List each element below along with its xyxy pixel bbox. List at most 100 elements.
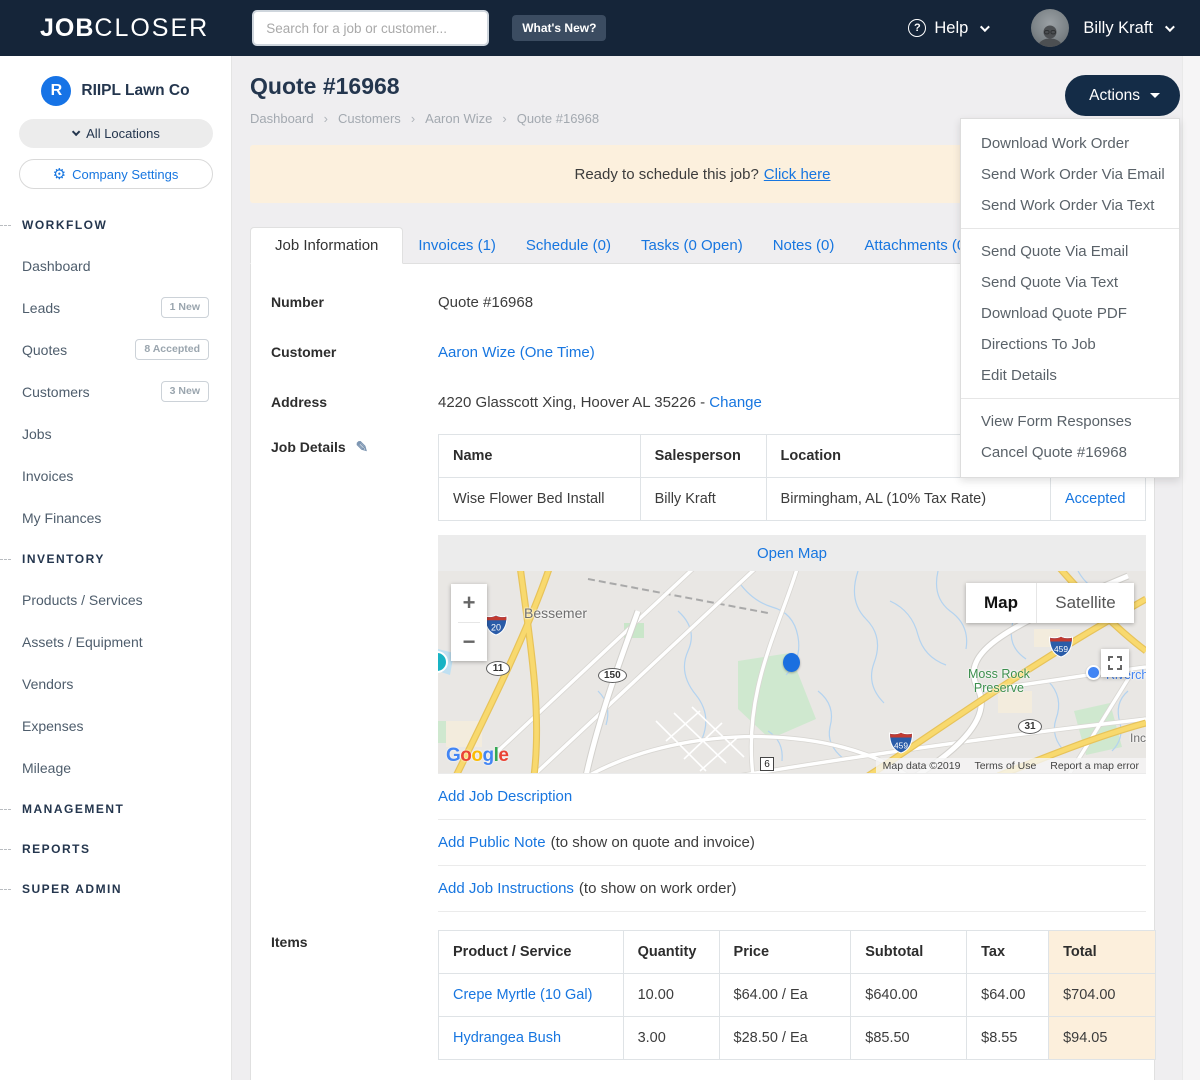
actions-button[interactable]: Actions bbox=[1065, 75, 1180, 116]
top-navbar: JOBCLOSER What's New? ? Help Billy Kraft bbox=[0, 0, 1200, 56]
company-header[interactable]: R RIIPL Lawn Co bbox=[0, 76, 231, 106]
leads-badge: 1 New bbox=[160, 297, 209, 318]
menu-item-send-quote-email[interactable]: Send Quote Via Email bbox=[961, 236, 1179, 267]
zoom-out-button[interactable]: − bbox=[451, 623, 487, 661]
menu-item-cancel-quote[interactable]: Cancel Quote #16968 bbox=[961, 437, 1179, 468]
col-quantity: Quantity bbox=[622, 930, 720, 974]
item-product-link[interactable]: Crepe Myrtle (10 Gal) bbox=[453, 987, 592, 1003]
sidebar-item-quotes[interactable]: 8 Accepted Quotes bbox=[0, 329, 231, 371]
sidebar-item-expenses[interactable]: Expenses bbox=[0, 705, 231, 747]
report-map-error-link[interactable]: Report a map error bbox=[1043, 760, 1146, 772]
col-name: Name bbox=[438, 434, 641, 478]
sidebar-item-label: Products / Services bbox=[22, 592, 143, 608]
sidebar-item-vendors[interactable]: Vendors bbox=[0, 663, 231, 705]
company-settings-button[interactable]: ⚙ Company Settings bbox=[18, 159, 213, 189]
item-total: $704.00 bbox=[1048, 973, 1156, 1017]
map-canvas[interactable]: Bessemer Moss Rock Preserve Riverchase G… bbox=[438, 571, 1146, 773]
sidebar-item-dashboard[interactable]: Dashboard bbox=[0, 245, 231, 287]
job-location-marker-icon[interactable] bbox=[783, 653, 800, 672]
actions-dropdown-menu: Download Work Order Send Work Order Via … bbox=[960, 118, 1180, 478]
col-product-service: Product / Service bbox=[438, 930, 624, 974]
schedule-click-here-link[interactable]: Click here bbox=[764, 166, 831, 183]
terms-of-use-link[interactable]: Terms of Use bbox=[967, 760, 1043, 772]
tab-job-information[interactable]: Job Information bbox=[250, 227, 404, 264]
all-locations-label: All Locations bbox=[86, 126, 160, 141]
app-logo-light: CLOSER bbox=[94, 13, 210, 42]
breadcrumb-dashboard[interactable]: Dashboard bbox=[250, 111, 314, 126]
item-total: $94.05 bbox=[1048, 1016, 1156, 1060]
menu-item-download-work-order[interactable]: Download Work Order bbox=[961, 128, 1179, 159]
search-input[interactable] bbox=[252, 10, 490, 46]
scrollbar[interactable] bbox=[1182, 56, 1200, 1080]
user-avatar[interactable] bbox=[1031, 9, 1070, 47]
menu-item-send-work-order-email[interactable]: Send Work Order Via Email bbox=[961, 159, 1179, 190]
sidebar-item-assets-equipment[interactable]: Assets / Equipment bbox=[0, 621, 231, 663]
change-address-link[interactable]: Change bbox=[709, 394, 762, 411]
job-status-link[interactable]: Accepted bbox=[1065, 491, 1125, 507]
sidebar-item-mileage[interactable]: Mileage bbox=[0, 747, 231, 789]
sidebar: R RIIPL Lawn Co All Locations ⚙ Company … bbox=[0, 56, 232, 1080]
menu-item-download-quote-pdf[interactable]: Download Quote PDF bbox=[961, 298, 1179, 329]
sidebar-item-label: Expenses bbox=[22, 718, 84, 734]
sidebar-item-label: My Finances bbox=[22, 510, 102, 526]
tab-invoices[interactable]: Invoices (1) bbox=[403, 228, 511, 263]
add-public-note-link[interactable]: Add Public Note bbox=[438, 834, 546, 851]
all-locations-selector[interactable]: All Locations bbox=[18, 119, 213, 148]
help-menu[interactable]: ? Help bbox=[908, 19, 991, 38]
tab-notes[interactable]: Notes (0) bbox=[758, 228, 850, 263]
mall-poi-icon[interactable] bbox=[1086, 665, 1101, 680]
map-type-map-button[interactable]: Map bbox=[966, 583, 1036, 623]
open-map-link[interactable]: Open Map bbox=[757, 545, 827, 562]
help-icon: ? bbox=[908, 19, 927, 37]
job-salesperson-cell: Billy Kraft bbox=[639, 477, 767, 521]
sidebar-section-management[interactable]: MANAGEMENT bbox=[0, 789, 231, 829]
app-logo[interactable]: JOBCLOSER bbox=[40, 14, 209, 43]
sidebar-item-label: Customers bbox=[22, 384, 90, 400]
add-job-description-link[interactable]: Add Job Description bbox=[438, 788, 572, 805]
user-menu[interactable]: Billy Kraft bbox=[1083, 19, 1175, 38]
interstate-20-shield-icon: 20 bbox=[484, 614, 508, 636]
whats-new-button[interactable]: What's New? bbox=[512, 15, 607, 41]
sidebar-item-leads[interactable]: 1 New Leads bbox=[0, 287, 231, 329]
company-name: RIIPL Lawn Co bbox=[81, 82, 190, 99]
menu-item-directions-to-job[interactable]: Directions To Job bbox=[961, 329, 1179, 360]
map-type-satellite-button[interactable]: Satellite bbox=[1036, 583, 1134, 623]
zoom-in-button[interactable]: + bbox=[451, 584, 487, 622]
sidebar-item-products-services[interactable]: Products / Services bbox=[0, 579, 231, 621]
tab-tasks[interactable]: Tasks (0 Open) bbox=[626, 228, 758, 263]
sidebar-nav: WORKFLOW Dashboard 1 New Leads 8 Accepted… bbox=[0, 205, 231, 909]
menu-item-edit-details[interactable]: Edit Details bbox=[961, 360, 1179, 391]
menu-divider bbox=[961, 228, 1179, 229]
avatar-silhouette-icon bbox=[1037, 25, 1063, 47]
breadcrumb-customers[interactable]: Customers bbox=[314, 111, 401, 126]
sidebar-section-super-admin[interactable]: SUPER ADMIN bbox=[0, 869, 231, 909]
sidebar-item-label: Mileage bbox=[22, 760, 72, 776]
add-links-list: Add Job Description Add Public Note (to … bbox=[438, 773, 1146, 912]
main-content: Quote #16968 DashboardCustomersAaron Wiz… bbox=[232, 56, 1200, 1080]
item-quantity: 3.00 bbox=[622, 1016, 720, 1060]
fullscreen-button[interactable] bbox=[1101, 649, 1129, 677]
add-job-description-row: Add Job Description bbox=[438, 774, 1146, 820]
customer-link[interactable]: Aaron Wize (One Time) bbox=[438, 344, 595, 361]
item-tax: $8.55 bbox=[966, 1016, 1050, 1060]
sidebar-item-invoices[interactable]: Invoices bbox=[0, 455, 231, 497]
add-public-note-row: Add Public Note (to show on quote and in… bbox=[438, 820, 1146, 866]
item-subtotal: $640.00 bbox=[850, 973, 968, 1017]
tab-schedule[interactable]: Schedule (0) bbox=[511, 228, 626, 263]
menu-item-send-quote-text[interactable]: Send Quote Via Text bbox=[961, 267, 1179, 298]
sidebar-item-customers[interactable]: 3 New Customers bbox=[0, 371, 231, 413]
breadcrumb-customer-name[interactable]: Aaron Wize bbox=[401, 111, 493, 126]
us-31-shield-icon: 31 bbox=[1018, 719, 1042, 734]
google-logo[interactable]: Google bbox=[446, 745, 509, 767]
menu-item-view-form-responses[interactable]: View Form Responses bbox=[961, 406, 1179, 437]
sidebar-item-my-finances[interactable]: My Finances bbox=[0, 497, 231, 539]
sidebar-item-jobs[interactable]: Jobs bbox=[0, 413, 231, 455]
edit-job-details-icon[interactable]: ✎ bbox=[356, 439, 369, 456]
add-job-instructions-link[interactable]: Add Job Instructions bbox=[438, 880, 574, 897]
menu-item-send-work-order-text[interactable]: Send Work Order Via Text bbox=[961, 190, 1179, 221]
job-details-label: Job Details bbox=[271, 439, 346, 455]
item-product-link[interactable]: Hydrangea Bush bbox=[453, 1030, 561, 1046]
company-logo: R bbox=[41, 76, 72, 106]
caret-down-icon bbox=[1150, 93, 1160, 98]
sidebar-section-reports[interactable]: REPORTS bbox=[0, 829, 231, 869]
